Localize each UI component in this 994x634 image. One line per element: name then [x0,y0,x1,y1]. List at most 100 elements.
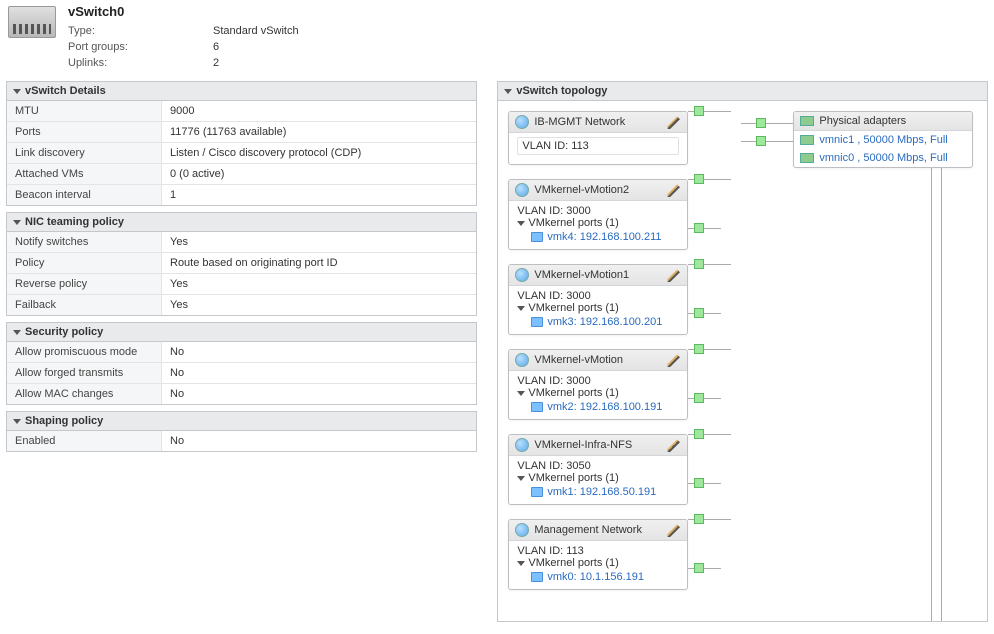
chevron-down-icon [13,330,21,335]
pencil-icon[interactable] [667,268,681,282]
vmkernel-link[interactable]: vmk4: 192.168.100.211 [531,231,679,243]
pencil-icon[interactable] [667,523,681,537]
vmk-icon [531,317,543,327]
vmk-icon [531,402,543,412]
kv-key: Enabled [7,431,162,451]
portgroup-header: VMkernel-vMotion [509,350,687,371]
vmkernel-ports-label[interactable]: VMkernel ports (1) [517,557,679,569]
panel-header-topology[interactable]: vSwitch topology [498,82,987,101]
portgroup-body: VLAN ID: 3050VMkernel ports (1) vmk1: 192… [509,456,687,504]
vmkernel-ports-label[interactable]: VMkernel ports (1) [517,472,679,484]
portgroup-body: VLAN ID: 113 [509,133,687,164]
kv-key: Link discovery [7,143,162,163]
link-status-icon [694,259,704,269]
panel-header-details[interactable]: vSwitch Details [7,82,476,101]
kv-key: Allow promiscuous mode [7,342,162,362]
chevron-down-icon [504,89,512,94]
kv-key: Failback [7,295,162,315]
vlan-label: VLAN ID: 3000 [517,290,679,302]
vmkernel-ports-label[interactable]: VMkernel ports (1) [517,217,679,229]
panel-header-shaping[interactable]: Shaping policy [7,412,476,431]
portgroup-icon [515,268,529,282]
portgroup-body: VLAN ID: 3000VMkernel ports (1) vmk4: 192… [509,201,687,249]
table-row: Allow forged transmitsNo [7,363,476,384]
page-title: vSwitch0 [68,4,986,19]
panel-title: NIC teaming policy [25,216,124,228]
pencil-icon[interactable] [667,183,681,197]
vmkernel-link[interactable]: vmk1: 192.168.50.191 [531,486,679,498]
topology-body: IB-MGMT Network VLAN ID: 113 VMkernel-vMot… [498,101,987,621]
vlan-label: VLAN ID: 113 [517,137,679,155]
vmkernel-link[interactable]: vmk0: 10.1.156.191 [531,571,679,583]
panel-header-security[interactable]: Security policy [7,323,476,342]
table-row: FailbackYes [7,295,476,315]
connectors [688,101,793,621]
chevron-down-icon [13,89,21,94]
vswitch-icon [8,6,56,38]
panel-title: Shaping policy [25,415,103,427]
vlan-label: VLAN ID: 3000 [517,205,679,217]
header-row: Type:Standard vSwitch [68,23,986,39]
nic-icon [800,135,814,145]
pencil-icon[interactable] [667,353,681,367]
panel-header-teaming[interactable]: NIC teaming policy [7,213,476,232]
header-label: Port groups: [68,39,213,55]
header-value: 6 [213,39,219,55]
kv-key: Allow forged transmits [7,363,162,383]
kv-value: Route based on originating port ID [162,253,476,273]
vmk-icon [531,572,543,582]
vlan-label: VLAN ID: 3050 [517,460,679,472]
vmkernel-link[interactable]: vmk2: 192.168.100.191 [531,401,679,413]
kv-value: Listen / Cisco discovery protocol (CDP) [162,143,476,163]
chevron-down-icon [517,476,525,481]
pencil-icon[interactable] [667,115,681,129]
link-status-icon [694,429,704,439]
link-status-icon [694,478,704,488]
portgroup-box[interactable]: VMkernel-vMotion VLAN ID: 3000VMkernel po… [508,349,688,420]
panel-teaming: NIC teaming policy Notify switchesYesPol… [6,212,477,316]
portgroup-box[interactable]: VMkernel-vMotion1 VLAN ID: 3000VMkernel p… [508,264,688,335]
kv-body: EnabledNo [7,431,476,451]
portgroup-name: VMkernel-vMotion [534,354,667,366]
portgroup-box[interactable]: VMkernel-vMotion2VLAN ID: 3000VMkernel p… [508,179,688,250]
panel-security: Security policy Allow promiscuous modeNo… [6,322,477,405]
nic-link[interactable]: vmnic1 , 50000 Mbps, Full [794,131,972,149]
link-status-icon [694,106,704,116]
physical-adapters-box: Physical adapters vmnic1 , 50000 Mbps, F… [793,111,973,168]
nic-link[interactable]: vmnic0 , 50000 Mbps, Full [794,149,972,167]
left-column: vSwitch Details MTU9000Ports11776 (11763… [6,81,477,458]
portgroup-name: VMkernel-Infra-NFS [534,439,667,451]
vmkernel-ports-label[interactable]: VMkernel ports (1) [517,302,679,314]
nic-icon [800,153,814,163]
header-value: 2 [213,55,219,71]
link-status-icon [694,563,704,573]
vmkernel-link[interactable]: vmk3: 192.168.100.201 [531,316,679,328]
vlan-label: VLAN ID: 3000 [517,375,679,387]
kv-body: MTU9000Ports11776 (11763 available)Link … [7,101,476,205]
portgroup-name: IB-MGMT Network [534,116,667,128]
vmkernel-ports-label[interactable]: VMkernel ports (1) [517,387,679,399]
table-row: Allow promiscuous modeNo [7,342,476,363]
table-row: Notify switchesYes [7,232,476,253]
chevron-down-icon [13,419,21,424]
header-info: vSwitch0 Type:Standard vSwitchPort group… [68,4,986,71]
kv-value: No [162,431,476,451]
panel-title: Security policy [25,326,103,338]
link-status-icon [694,223,704,233]
portgroup-header: VMkernel-vMotion1 [509,265,687,286]
nic-list: vmnic1 , 50000 Mbps, Fullvmnic0 , 50000 … [794,131,972,167]
portgroup-box[interactable]: Management NetworkVLAN ID: 113VMkernel p… [508,519,688,590]
kv-key: Attached VMs [7,164,162,184]
portgroup-box[interactable]: IB-MGMT Network VLAN ID: 113 [508,111,688,165]
kv-value: Yes [162,232,476,252]
adapters-column: Physical adapters vmnic1 , 50000 Mbps, F… [793,111,973,168]
kv-value: 0 (0 active) [162,164,476,184]
kv-key: Reverse policy [7,274,162,294]
portgroup-icon [515,183,529,197]
link-status-icon [694,393,704,403]
portgroup-box[interactable]: VMkernel-Infra-NFS VLAN ID: 3050VMkernel … [508,434,688,505]
chevron-down-icon [517,306,525,311]
header-row: Uplinks:2 [68,55,986,71]
link-status-icon [694,308,704,318]
pencil-icon[interactable] [667,438,681,452]
